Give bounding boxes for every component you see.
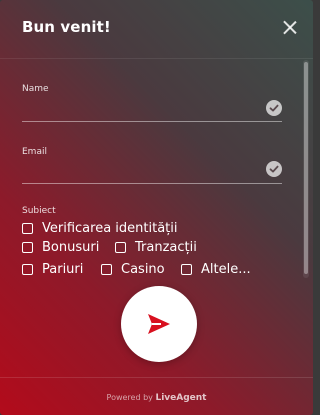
checkbox[interactable] <box>101 264 112 275</box>
email-valid-check-icon <box>266 161 282 177</box>
widget-title: Bun venit! <box>22 18 111 36</box>
option-bonusuri[interactable]: Bonusuri <box>22 240 99 255</box>
option-label: Bonusuri <box>42 240 100 255</box>
name-label: Name <box>22 84 49 94</box>
name-field[interactable] <box>22 97 242 115</box>
option-label: Casino <box>121 262 165 277</box>
email-label: Email <box>22 147 47 157</box>
subject-label: Subiect <box>22 206 56 216</box>
close-icon[interactable] <box>280 18 300 38</box>
option-casino[interactable]: Casino <box>101 262 165 277</box>
chat-widget: Bun venit! Name Email Subiect Verificare… <box>0 0 313 415</box>
powered-by-footer: Powered by LiveAgent <box>0 377 313 415</box>
checkbox[interactable] <box>22 242 33 253</box>
option-label: Verificarea identității <box>42 221 178 236</box>
option-pariuri[interactable]: Pariuri <box>22 262 83 277</box>
checkbox[interactable] <box>181 264 192 275</box>
option-altele[interactable]: Altele... <box>181 262 251 277</box>
name-underline <box>22 121 282 122</box>
option-label: Tranzacții <box>135 240 197 255</box>
scrollbar-thumb[interactable] <box>304 62 308 274</box>
option-label: Altele... <box>201 262 251 277</box>
checkbox[interactable] <box>22 264 33 275</box>
option-verificarea-identitatii[interactable]: Verificarea identității <box>22 221 178 236</box>
checkbox[interactable] <box>22 223 33 234</box>
widget-header: Bun venit! <box>0 0 313 59</box>
checkbox[interactable] <box>115 242 126 253</box>
send-icon <box>148 314 170 334</box>
powered-by-text: Powered by <box>106 393 153 402</box>
liveagent-brand[interactable]: LiveAgent <box>155 393 206 403</box>
email-underline <box>22 183 282 184</box>
option-tranzactii[interactable]: Tranzacții <box>115 240 197 255</box>
email-field[interactable] <box>22 161 242 179</box>
option-label: Pariuri <box>42 262 84 277</box>
send-button[interactable] <box>121 286 197 362</box>
name-valid-check-icon <box>266 100 282 116</box>
